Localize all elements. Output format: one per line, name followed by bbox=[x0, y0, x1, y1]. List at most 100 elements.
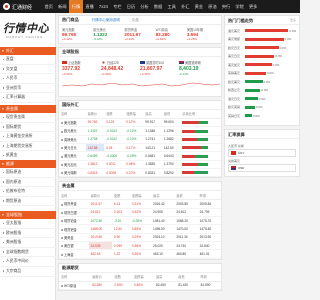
index-item[interactable]: 英国富时100 21,807.97 +0.15% bbox=[140, 60, 179, 76]
table-row[interactable]: 现货钯金 1488.00 12.50 0.85% 1495.00 1470.00 1475.… bbox=[59, 224, 221, 234]
cell-prev: 1075.70 bbox=[197, 216, 221, 226]
nav-item[interactable]: 学院 bbox=[233, 0, 247, 13]
from-currency-input[interactable]: CNY bbox=[228, 149, 296, 157]
cell-chg: -3.20 bbox=[111, 216, 130, 226]
table-row[interactable]: 美黄金 2019.80 5.90 0.29% 2024.10 2011.30 2013.90 bbox=[59, 233, 221, 243]
nav-item[interactable]: 日历 bbox=[124, 0, 138, 13]
table-row[interactable]: 现货铂金 1072.50 -3.20 -0.30% 1081.40 1068.20 1075… bbox=[59, 216, 221, 226]
cell-pct: -0.09% bbox=[124, 151, 144, 161]
table-row[interactable]: 美元日元 142.88 0.24 0.17% 143.21 142.50 bbox=[59, 143, 221, 153]
quote-item[interactable]: 现货黄金 2011.97 +0.31% bbox=[124, 27, 155, 41]
cell-pct: -0.10% bbox=[124, 135, 144, 144]
site-logo[interactable]: 汇通财经 FX678.COM bbox=[0, 0, 42, 17]
sidebar-item[interactable]: 国内原油 bbox=[0, 178, 56, 188]
sidebar-group-head[interactable]: ▾ 能源 bbox=[0, 160, 56, 168]
quote-item[interactable]: WTI原油 82.280 +0.84% bbox=[156, 27, 187, 41]
sidebar-group-label: 外汇 bbox=[6, 48, 14, 53]
quote-item[interactable]: 美国10年期 3.594 +0.25% bbox=[187, 27, 218, 41]
table-row[interactable]: 上海金 462.53 1.22 0.26% 463.10 460.80 461.31 bbox=[59, 249, 221, 259]
quote-item[interactable]: 美元指数 99.765 +0.12% bbox=[62, 27, 93, 41]
sidebar-item[interactable]: 期货原油 bbox=[0, 197, 56, 207]
ranking-more-link[interactable]: 更多 bbox=[290, 16, 299, 25]
index-item[interactable]: 美国道琼斯 8,403.19 -0.14% bbox=[179, 60, 218, 76]
row-name: 美白银 bbox=[59, 241, 89, 251]
sidebar-group-head[interactable]: ▾ 外汇 bbox=[0, 47, 56, 55]
column-header: 涨跌幅 bbox=[129, 191, 152, 201]
chevron-down-icon: ▾ bbox=[2, 107, 4, 111]
sidebar-item[interactable]: 人民币 bbox=[0, 74, 56, 84]
column-header: 涨跌幅 bbox=[131, 272, 154, 282]
ratio-bar bbox=[182, 171, 209, 175]
nav-item[interactable]: 外汇 bbox=[178, 0, 192, 13]
sidebar-group-head[interactable]: ▾ 贵金属 bbox=[0, 105, 56, 113]
bullet-icon bbox=[61, 122, 63, 125]
nav-item[interactable]: 首页 bbox=[42, 0, 56, 13]
sidebar-item[interactable]: 亚洲货币 bbox=[0, 84, 56, 94]
nav-item[interactable]: 7x24 bbox=[96, 0, 110, 13]
sidebar-group-head[interactable]: ▾ 全球股指 bbox=[0, 211, 56, 219]
nav-item[interactable]: 更多 bbox=[246, 0, 260, 13]
table-row[interactable]: 欧元美元 1.1322 -0.0013 -0.12% 1.1346 1.1296 bbox=[59, 126, 221, 136]
nav-item[interactable]: 工具 bbox=[165, 0, 179, 13]
sidebar-item[interactable]: 人民币中间价 bbox=[0, 257, 56, 267]
cell-prev: 81.590 bbox=[198, 281, 221, 290]
column-header: 名称 bbox=[59, 191, 89, 201]
index-name: 上证指数 bbox=[62, 60, 101, 65]
sidebar-item[interactable]: 上海期货交易所 bbox=[0, 142, 56, 152]
sidebar-item[interactable]: 全球指数期货 bbox=[0, 248, 56, 258]
sidebar-item[interactable]: 亚太股指 bbox=[0, 219, 56, 229]
nav-item[interactable]: 行情 bbox=[69, 0, 83, 13]
sidebar-item[interactable]: 上海黄金交易所 bbox=[0, 132, 56, 142]
table-row[interactable]: 澳元美元 0.6459 -0.0006 -0.09% 0.6481 0.6443 bbox=[59, 151, 221, 161]
quote-item[interactable]: 欧元美元 1.1322 -0.12% bbox=[93, 27, 124, 41]
sidebar-item[interactable]: 美洲股指 bbox=[0, 238, 56, 248]
index-item[interactable]: 上证指数 3377.92 +0.34% bbox=[62, 60, 101, 76]
table-row[interactable]: 美元加元 1.3812 0.0011 0.08% 1.3835 1.3790 bbox=[59, 160, 221, 170]
nav-item[interactable]: 央行 bbox=[219, 0, 233, 13]
cell-prev: 1475.50 bbox=[197, 224, 221, 234]
real-tab[interactable]: 实盘 bbox=[132, 18, 139, 23]
column-header: 最新价 bbox=[88, 191, 112, 201]
cell-low: 1.3790 bbox=[161, 160, 181, 170]
to-currency-input[interactable]: USD bbox=[228, 164, 296, 172]
nav-item[interactable]: 黄金 bbox=[192, 0, 206, 13]
nav-item[interactable]: 直播 bbox=[83, 0, 97, 13]
table-row[interactable]: 现货白银 24.812 0.103 0.42% 24.905 24.612 24.709 bbox=[59, 208, 221, 217]
cell-high: 1495.00 bbox=[151, 224, 175, 234]
sidebar-item[interactable]: 伦敦布伦特 bbox=[0, 187, 56, 197]
sidebar-item[interactable]: 直盘 bbox=[0, 55, 56, 65]
table-row[interactable]: WTI原油 82.280 0.690 0.84% 82.450 81.420 81.590 bbox=[59, 281, 221, 290]
sidebar-item[interactable]: 交叉盘 bbox=[0, 65, 56, 75]
sidebar-item[interactable]: 现货贵金属 bbox=[0, 113, 56, 123]
ranking-bar bbox=[245, 29, 289, 32]
cell-low: 24.612 bbox=[174, 208, 198, 217]
cell-pct: 0.85% bbox=[129, 224, 152, 234]
cell-ratio bbox=[180, 126, 221, 136]
column-header: 涨跌 bbox=[112, 272, 132, 282]
help-link[interactable]: 行情中心使用说明 bbox=[92, 18, 120, 23]
table-row[interactable]: 美元指数 99.762 0.125 0.12% 99.917 99.603 bbox=[59, 118, 221, 128]
ranking-value: 0.0% bbox=[279, 45, 287, 50]
nav-item[interactable]: 专栏 bbox=[111, 0, 125, 13]
table-row[interactable]: 美白银 24.935 0.095 0.38% 25.020 24.740 24.840 bbox=[59, 241, 221, 251]
ranking-bar bbox=[245, 46, 279, 49]
sidebar-item[interactable]: 汇率计算器 bbox=[0, 93, 56, 103]
row-name-label: 现货白银 bbox=[64, 210, 77, 215]
cn-flag-icon bbox=[62, 60, 67, 65]
nav-item[interactable]: 原油 bbox=[206, 0, 220, 13]
sidebar-item[interactable]: 大宗商品 bbox=[0, 267, 56, 277]
table-row[interactable]: 现货黄金 2011.97 6.13 0.31% 2016.42 2003.85 2005.8… bbox=[59, 199, 221, 209]
sidebar-item[interactable]: 欧洲股指 bbox=[0, 229, 56, 239]
nav-item[interactable]: 新闻 bbox=[56, 0, 70, 13]
table-row[interactable]: 美元瑞郎 0.8315 0.0008 0.10% 0.8331 0.8292 bbox=[59, 168, 221, 178]
bullet-icon bbox=[61, 237, 63, 240]
cell-high: 0.6481 bbox=[143, 151, 162, 161]
sidebar-item[interactable]: 国际原油 bbox=[0, 168, 56, 178]
nav-item[interactable]: 数据 bbox=[151, 0, 165, 13]
index-item[interactable]: 日经225 24,848.42 +0.35% bbox=[101, 60, 140, 76]
sidebar-group: ▾ 全球股指 亚太股指 欧洲股指 美洲股指 全球指数期货 人民币中间价 大宗商品 bbox=[0, 211, 56, 277]
cell-pct: 0.26% bbox=[129, 249, 152, 259]
sidebar-item[interactable]: 国际期货 bbox=[0, 123, 56, 133]
table-row[interactable]: 英镑美元 1.2708 -0.0012 -0.10% 1.2741 1.2682 bbox=[59, 135, 221, 144]
nav-item[interactable]: 分析 bbox=[138, 0, 152, 13]
